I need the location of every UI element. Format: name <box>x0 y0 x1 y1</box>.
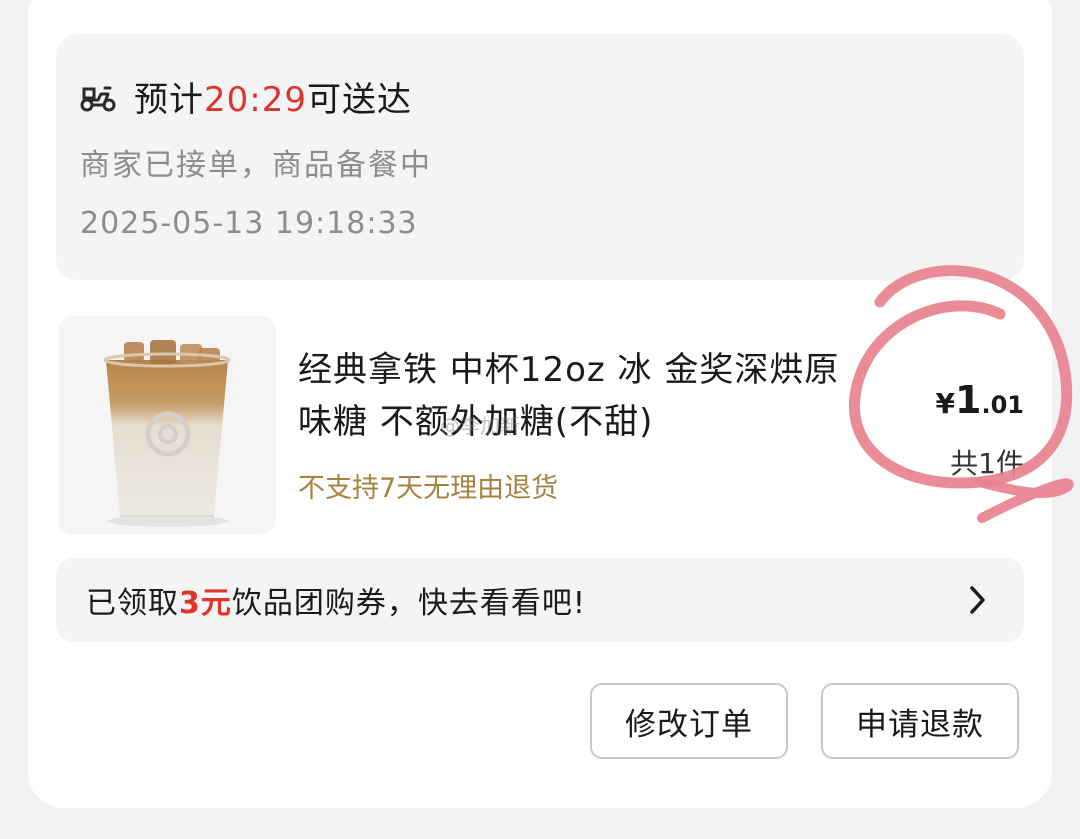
product-price: ¥1.01 <box>936 378 1024 422</box>
return-policy: 不支持7天无理由退货 <box>298 473 559 504</box>
eta-prefix: 预计 <box>134 79 204 120</box>
eta-suffix: 可送达 <box>306 79 412 120</box>
modify-order-button[interactable]: 修改订单 <box>590 683 788 759</box>
order-timestamp: 2025-05-13 19:18:33 <box>80 206 418 241</box>
coupon-amount: 3元 <box>179 586 232 621</box>
eta-row: 预计20:29可送达 <box>78 70 412 122</box>
product-quantity: 共1件 <box>950 447 1024 480</box>
coupon-text: 已领取3元饮品团购券，快去看看吧! <box>86 578 586 622</box>
product-name[interactable]: 经典拿铁 中杯12oz 冰 金奖深烘原味糖 不额外加糖(不甜) <box>298 344 858 448</box>
eta-text: 预计20:29可送达 <box>134 72 412 121</box>
scooter-icon <box>78 76 118 116</box>
product-image[interactable] <box>58 316 276 534</box>
order-status: 商家已接单，商品备餐中 <box>80 148 432 183</box>
iced-latte-cup-icon <box>103 340 231 527</box>
eta-time: 20:29 <box>204 79 307 120</box>
price-decimal: .01 <box>981 391 1024 419</box>
request-refund-button[interactable]: 申请退款 <box>821 683 1019 759</box>
price-currency: ¥ <box>935 387 956 420</box>
chevron-right-icon[interactable] <box>968 582 988 618</box>
coupon-suffix: 饮品团购券，快去看看吧! <box>231 586 586 621</box>
coupon-banner[interactable]: 已领取3元饮品团购券，快去看看吧! <box>56 558 1024 642</box>
price-integer: 1 <box>955 378 982 422</box>
coupon-prefix: 已领取 <box>86 586 179 621</box>
watermark: @李加新 <box>440 414 520 438</box>
